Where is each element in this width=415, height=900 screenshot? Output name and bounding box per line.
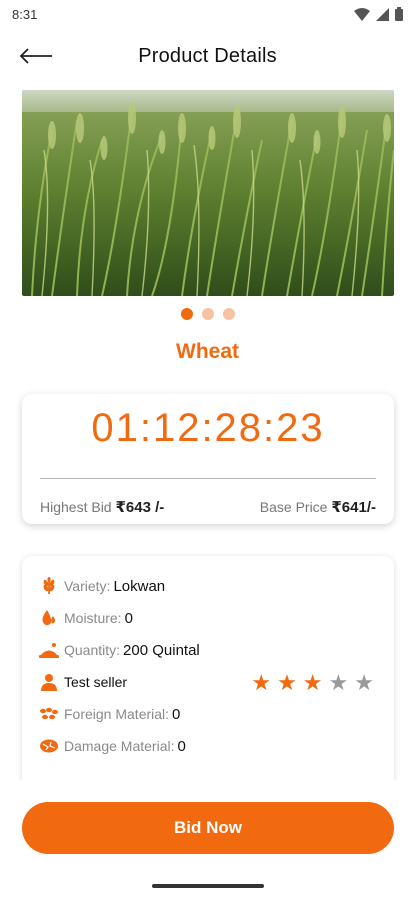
auction-timer-card: 01:12:28:23 Highest Bid ₹643 /- Base Pri… xyxy=(22,394,394,524)
damage-material-row: Damage Material: 0 xyxy=(39,736,186,756)
variety-row: Variety: Lokwan xyxy=(39,576,165,596)
wifi-icon xyxy=(354,7,370,21)
star-icon: ★ xyxy=(302,670,323,695)
wheat-icon xyxy=(39,576,59,596)
product-name: Wheat xyxy=(176,340,239,363)
highest-bid-value: ₹643 /- xyxy=(115,499,165,516)
moisture-value: 0 xyxy=(124,609,133,627)
foreign-material-label: Foreign Material: xyxy=(64,706,170,722)
damage-material-label: Damage Material: xyxy=(64,738,175,754)
status-time: 8:31 xyxy=(12,6,38,22)
base-price-label: Base Price xyxy=(259,499,328,515)
base-price-value: ₹641/- xyxy=(331,499,376,516)
quantity-row: Quantity: 200 Quintal xyxy=(39,640,200,660)
star-icon: ★ xyxy=(277,670,297,695)
price-row: Highest Bid ₹643 /- Base Price ₹641/- xyxy=(40,498,376,516)
app-bar: Product Details xyxy=(0,32,415,80)
star-icon: ★ xyxy=(328,670,349,695)
product-details-card: Variety: Lokwan Moisture: 0 Quantity: 20… xyxy=(22,556,394,796)
seller-row[interactable]: Test seller xyxy=(39,672,127,692)
status-bar: 8:31 xyxy=(0,0,415,28)
star-icon: ★ xyxy=(251,670,272,695)
grain-pile-icon xyxy=(39,640,59,660)
quantity-value: 200 Quintal xyxy=(123,641,200,659)
signal-icon xyxy=(376,7,389,21)
carousel-dot-3[interactable] xyxy=(222,308,235,320)
moisture-row: Moisture: 0 xyxy=(39,608,133,628)
carousel-dot-2[interactable] xyxy=(201,308,214,320)
base-price: Base Price ₹641/- xyxy=(260,498,376,516)
divider xyxy=(40,478,376,479)
battery-icon xyxy=(395,7,403,21)
status-icons xyxy=(354,7,403,21)
quantity-label: Quantity: xyxy=(64,642,121,658)
person-icon xyxy=(39,672,59,692)
carousel-dot-1[interactable] xyxy=(180,308,193,320)
product-image-carousel[interactable] xyxy=(22,90,394,296)
page-title: Product Details xyxy=(138,44,277,67)
wheat-field-image xyxy=(22,90,394,296)
seller-rating: ★ ★ ★ ★ ★ xyxy=(251,672,374,694)
damage-material-value: 0 xyxy=(177,737,186,755)
carousel-indicator xyxy=(0,308,415,320)
grains-icon xyxy=(39,704,59,724)
damaged-grain-icon xyxy=(39,736,59,756)
foreign-material-value: 0 xyxy=(172,705,181,723)
water-drop-icon xyxy=(39,608,59,628)
highest-bid-label: Highest Bid xyxy=(40,499,112,515)
arrow-left-icon xyxy=(19,48,52,64)
seller-name: Test seller xyxy=(64,674,128,690)
variety-value: Lokwan xyxy=(113,577,166,595)
foreign-material-row: Foreign Material: 0 xyxy=(39,704,180,724)
star-icon: ★ xyxy=(354,670,374,695)
bid-now-button[interactable]: Bid Now xyxy=(22,802,394,854)
variety-label: Variety: xyxy=(64,578,111,594)
back-button[interactable] xyxy=(16,40,56,72)
moisture-label: Moisture: xyxy=(64,610,122,626)
highest-bid: Highest Bid ₹643 /- xyxy=(40,498,164,516)
countdown-timer: 01:12:28:23 xyxy=(91,406,325,450)
home-indicator[interactable] xyxy=(152,884,264,888)
